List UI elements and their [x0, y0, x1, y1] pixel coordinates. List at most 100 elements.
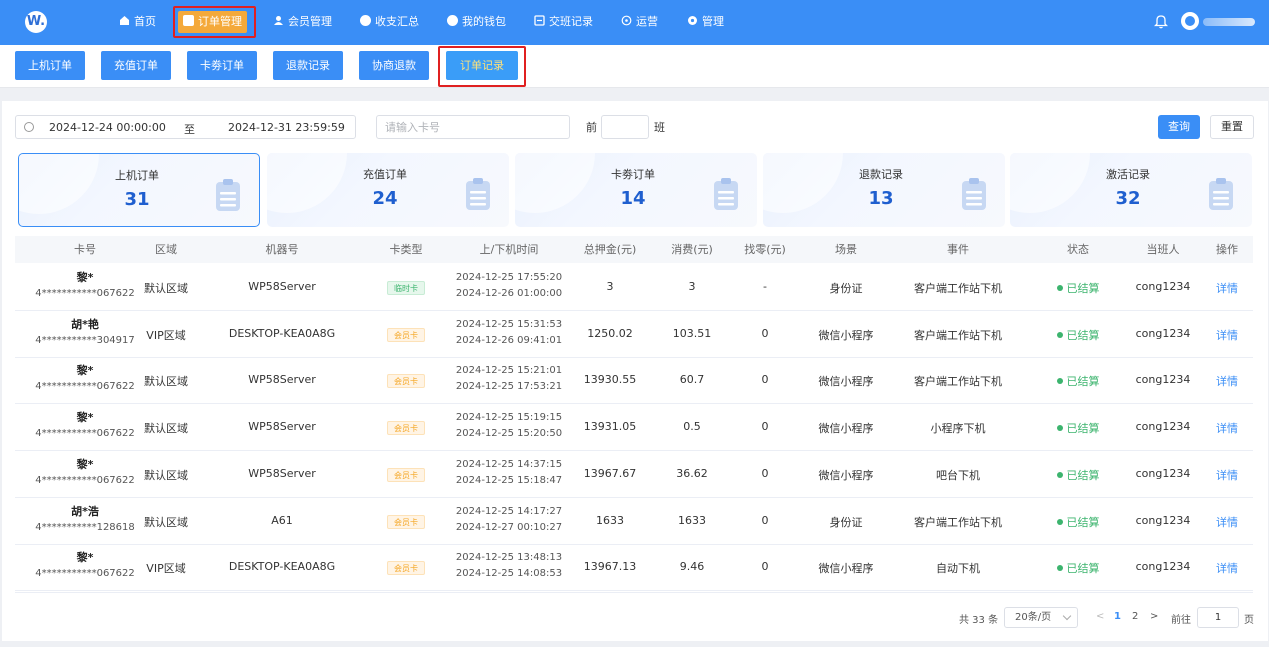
area: VIP区域 [146, 329, 186, 342]
machine-id: WP58Server [248, 420, 316, 433]
change-amount: 0 [761, 420, 769, 433]
clipboard-icon [466, 178, 490, 210]
date-start[interactable]: 2024-12-24 00:00:00 [49, 121, 166, 134]
total-deposit: 3 [606, 280, 614, 293]
machine-id: WP58Server [248, 280, 316, 293]
scene: 微信小程序 [818, 562, 874, 575]
tab-coupon-orders[interactable]: 卡劵订单 [187, 51, 257, 80]
date-end[interactable]: 2024-12-31 23:59:59 [228, 121, 345, 134]
page-size-select[interactable]: 20条/页 [1004, 607, 1078, 628]
bell-icon[interactable] [1154, 13, 1168, 29]
stat-card-refund-records[interactable]: 退款记录 13 [763, 153, 1005, 227]
reset-button[interactable]: 重置 [1210, 115, 1254, 139]
nav-item-label: 会员管理 [288, 15, 332, 28]
pagination-total: 共 33 条 [959, 615, 999, 626]
gear-icon [687, 12, 698, 25]
scene: 微信小程序 [818, 329, 874, 342]
table-scrollbar[interactable] [15, 592, 1253, 596]
table-row[interactable]: 黎* 4***********067622 VIP区域 DESKTOP-KEA0A8G… [15, 544, 1253, 591]
clipboard-icon [714, 178, 738, 210]
clock-icon [24, 122, 34, 132]
detail-link[interactable]: 详情 [1216, 282, 1238, 295]
column-header: 机器号 [265, 243, 299, 256]
change-amount: - [763, 280, 767, 293]
table-row[interactable]: 胡*浩 4***********128618 默认区域 A61 会员卡 2024-12-2… [15, 498, 1253, 545]
table-header: 卡号 区域 机器号 卡类型 上/下机时间 总押金(元) 消费(元) 找零(元) 场景 事件 状态 当班… [15, 236, 1253, 263]
tab-refund-records[interactable]: 退款记录 [273, 51, 343, 80]
table-row[interactable]: 黎* 4***********067622 默认区域 WP58Server 会员卡 202… [15, 404, 1253, 451]
nav-item-manage[interactable]: 管理 [687, 11, 724, 33]
card-number-input[interactable] [376, 115, 570, 139]
nav-item-members[interactable]: 会员管理 [273, 11, 332, 33]
event: 客户端工作站下机 [914, 329, 1002, 342]
status-badge: 已结算 [1056, 282, 1100, 295]
detail-link[interactable]: 详情 [1216, 329, 1238, 342]
clipboard-icon [962, 178, 986, 210]
card-type-badge: 会员卡 [387, 421, 425, 435]
change-amount: 0 [761, 514, 769, 527]
nav-item-label: 交班记录 [549, 15, 593, 28]
prev-page-button[interactable]: < [1096, 611, 1104, 622]
status-dot-icon [1056, 378, 1063, 384]
page-number-1[interactable]: 1 [1114, 611, 1121, 622]
table-row[interactable]: 黎* 4***********067622 默认区域 WP58Server 会员卡 202… [15, 451, 1253, 498]
shift-count-input[interactable] [601, 115, 649, 139]
card-type-badge: 会员卡 [387, 468, 425, 482]
total-deposit: 1250.02 [587, 327, 633, 340]
stat-card-recharge-orders[interactable]: 充值订单 24 [267, 153, 509, 227]
column-header: 区域 [155, 243, 177, 256]
table-row[interactable]: 黎* 4***********067622 默认区域 WP58Server 会员卡 202… [15, 357, 1253, 404]
detail-link[interactable]: 详情 [1216, 469, 1238, 482]
area: 默认区域 [144, 422, 188, 435]
date-range-picker[interactable]: 2024-12-24 00:00:00 至 2024-12-31 23:59:5… [15, 115, 356, 139]
detail-link[interactable]: 详情 [1216, 375, 1238, 388]
date-separator: 至 [184, 123, 195, 136]
app-logo[interactable]: W. [25, 11, 47, 33]
detail-link[interactable]: 详情 [1216, 562, 1238, 575]
nav-item-shift[interactable]: 交班记录 [534, 11, 593, 33]
area: 默认区域 [144, 282, 188, 295]
next-page-button[interactable]: > [1150, 611, 1158, 622]
area: 默认区域 [144, 469, 188, 482]
user-name-redacted[interactable] [1203, 18, 1255, 26]
table-row[interactable]: 胡*艳 4***********304917 VIP区域 DESKTOP-KEA0A8… [15, 311, 1253, 358]
tab-negotiated-refund[interactable]: 协商退款 [359, 51, 429, 80]
stat-card-coupon-orders[interactable]: 卡劵订单 14 [515, 153, 757, 227]
nav-item-operation[interactable]: 运营 [621, 11, 658, 33]
nav-item-wallet[interactable]: 我的钱包 [447, 11, 506, 33]
clipboard-icon [216, 179, 240, 211]
nav-item-label: 首页 [134, 15, 156, 28]
query-button[interactable]: 查询 [1158, 115, 1200, 139]
tab-machine-orders[interactable]: 上机订单 [15, 51, 85, 80]
scene: 身份证 [829, 516, 863, 529]
page-number-2[interactable]: 2 [1132, 611, 1138, 622]
machine-id: DESKTOP-KEA0A8G [228, 560, 336, 573]
stat-card-activation-records[interactable]: 激活记录 32 [1010, 153, 1252, 227]
status-dot-icon [1056, 332, 1063, 338]
detail-link[interactable]: 详情 [1216, 516, 1238, 529]
nav-item-home[interactable]: 首页 [119, 11, 156, 33]
status-dot-icon [1056, 425, 1063, 431]
status-badge: 已结算 [1056, 422, 1100, 435]
scene: 微信小程序 [818, 469, 874, 482]
highlight-box-order-records [438, 46, 526, 87]
table-row[interactable]: 黎* 4***********067622 默认区域 WP58Server 临时卡 202… [15, 264, 1253, 311]
shift-suffix-label: 班 [654, 121, 665, 134]
stat-card-machine-orders[interactable]: 上机订单 31 [18, 153, 260, 227]
status-badge: 已结算 [1056, 329, 1100, 342]
goto-page-input[interactable]: 1 [1197, 607, 1239, 628]
status-badge: 已结算 [1056, 375, 1100, 388]
top-nav-bar: W. 首页 订单管理 会员管理 收支汇总 我的钱包 交班记录 运营 管理 [0, 0, 1269, 45]
detail-link[interactable]: 详情 [1216, 422, 1238, 435]
shift-prefix-label: 前 [586, 121, 597, 134]
goto-label: 前往 [1171, 615, 1191, 626]
user-avatar[interactable] [1181, 12, 1199, 30]
chevron-down-icon [1062, 611, 1072, 621]
change-amount: 0 [761, 327, 769, 340]
nav-item-label: 管理 [702, 15, 724, 28]
status-badge: 已结算 [1056, 469, 1100, 482]
nav-item-finance[interactable]: 收支汇总 [360, 11, 419, 33]
tab-recharge-orders[interactable]: 充值订单 [101, 51, 171, 80]
event: 客户端工作站下机 [914, 375, 1002, 388]
status-badge: 已结算 [1056, 562, 1100, 575]
